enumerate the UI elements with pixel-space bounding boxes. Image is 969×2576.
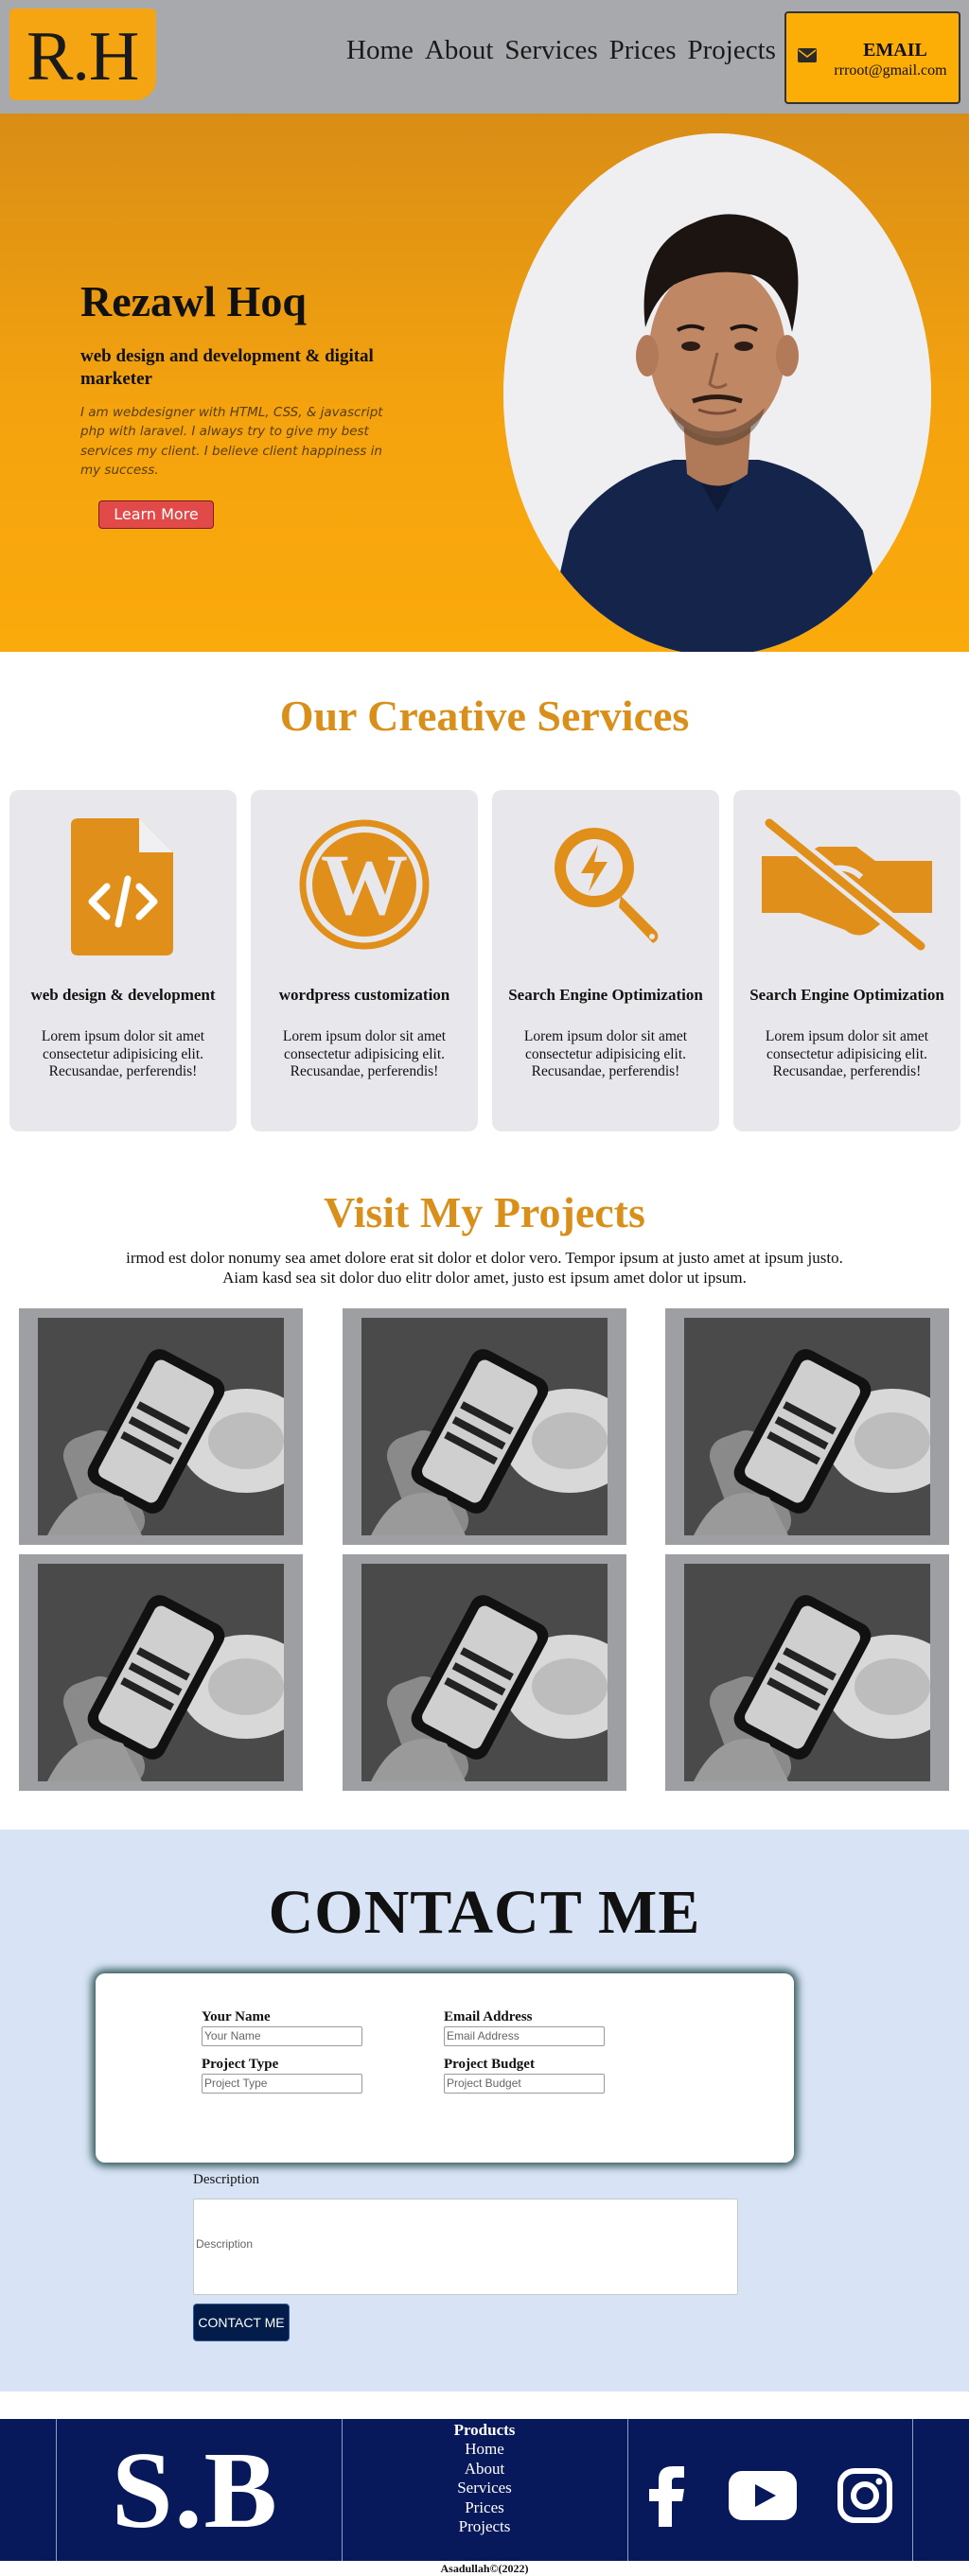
nav-prices[interactable]: Prices [609,35,677,66]
services-title: Our Creative Services [279,692,690,740]
footer-link-about[interactable]: About [343,2460,626,2479]
project-thumbnail [361,1318,608,1535]
projects-description: irmod est dolor nonumy sea amet dolore e… [0,1249,969,1288]
project-card-5[interactable] [343,1554,626,1791]
card-text: Lorem ipsum dolor sit amet consectetur a… [41,1028,205,1080]
learn-more-button[interactable]: Learn More [98,500,214,529]
card-title: Search Engine Optimization [749,986,944,1004]
footer-link-projects[interactable]: Projects [343,2517,626,2536]
footer-link-home[interactable]: Home [343,2440,626,2459]
profile-photo [503,133,931,652]
project-card-1[interactable] [19,1308,303,1545]
name-label: Your Name [202,2009,271,2024]
project-thumbnail [38,1318,284,1535]
footer-link-prices[interactable]: Prices [343,2498,626,2517]
footer-logo: S.B [112,2430,279,2551]
service-card-web-design[interactable]: web design & development Lorem ipsum dol… [9,790,237,1131]
code-file-icon [71,818,175,960]
card-title: web design & development [30,986,216,1004]
logo[interactable]: R.H [9,9,156,100]
description-field[interactable]: Description [193,2199,738,2295]
service-card-seo[interactable]: Search Engine Optimization Lorem ipsum d… [492,790,719,1131]
card-text: Lorem ipsum dolor sit amet consectetur a… [765,1028,929,1080]
email-button[interactable]: EMAIL rrroot@gmail.com [784,11,960,104]
card-title: Search Engine Optimization [508,986,703,1004]
project-thumbnail [684,1564,930,1781]
project-thumbnail [361,1564,608,1781]
description-label: Description [193,2172,259,2187]
email-label: Email Address [444,2009,533,2024]
copyright: Asadullah©(2022) [440,2562,529,2575]
search-bolt-icon [539,818,672,955]
handshake-slash-icon [761,815,932,955]
logo-text: R.H [26,18,139,96]
project-card-3[interactable] [665,1308,949,1545]
project-budget-field[interactable]: Project Budget [444,2074,605,2094]
contact-me-button[interactable]: CONTACT ME [193,2304,290,2341]
footer-divider [56,2419,57,2561]
email-title: EMAIL [863,40,927,61]
svg-text:W: W [321,836,408,933]
footer-links-title: Products [453,2421,516,2439]
nav-services[interactable]: Services [504,35,597,66]
project-budget-label: Project Budget [444,2057,535,2072]
footer-divider [627,2419,628,2561]
envelope-icon [798,48,817,62]
project-thumbnail [684,1318,930,1535]
project-type-field[interactable]: Project Type [202,2074,362,2094]
project-card-4[interactable] [19,1554,303,1791]
card-title: wordpress customization [278,986,450,1004]
main-nav: Home About Services Prices Projects [346,35,776,66]
projects-text-line-1: irmod est dolor nonumy sea amet dolore e… [126,1249,843,1267]
contact-form-card: Your Name Your Name Email Address Email … [96,1973,794,2163]
site-footer: S.B Products Home About Services Prices … [0,2419,969,2561]
page: R.H Home About Services Prices Projects … [0,0,969,2576]
hero-name: Rezawl Hoq [80,277,307,325]
service-card-wordpress[interactable]: W wordpress customization Lorem ipsum do… [251,790,478,1131]
name-field[interactable]: Your Name [202,2026,362,2046]
nav-projects[interactable]: Projects [688,35,776,66]
nav-about[interactable]: About [425,35,494,66]
instagram-icon[interactable] [837,2468,892,2523]
card-text: Lorem ipsum dolor sit amet consectetur a… [282,1028,447,1080]
nav-home[interactable]: Home [346,35,414,66]
wordpress-icon: W [298,818,431,955]
footer-divider [912,2419,913,2561]
site-header: R.H Home About Services Prices Projects … [0,0,969,114]
project-card-6[interactable] [665,1554,949,1791]
footer-link-services[interactable]: Services [343,2479,626,2497]
contact-title: CONTACT ME [268,1878,701,1947]
email-address: rrroot@gmail.com [834,62,947,79]
service-card-seo-2[interactable]: Search Engine Optimization Lorem ipsum d… [733,790,960,1131]
card-text: Lorem ipsum dolor sit amet consectetur a… [523,1028,688,1080]
hero-description: I am webdesigner with HTML, CSS, & javas… [80,405,383,478]
email-field[interactable]: Email Address [444,2026,605,2046]
project-card-2[interactable] [343,1308,626,1545]
footer-links: Products Home About Services Prices Proj… [343,2421,626,2536]
portrait-illustration [503,133,931,652]
hero-section: Rezawl Hoq web design and development & … [0,114,969,652]
facebook-icon[interactable] [648,2466,686,2527]
projects-text-line-2: Aiam kasd sea sit dolor duo elitr dolor … [222,1268,747,1287]
contact-section: CONTACT ME Your Name Your Name Email Add… [0,1830,969,2392]
project-thumbnail [38,1564,284,1781]
project-type-label: Project Type [202,2057,279,2072]
projects-title: Visit My Projects [324,1188,645,1236]
hero-role: web design and development & digital mar… [80,346,374,389]
youtube-icon[interactable] [729,2471,797,2520]
